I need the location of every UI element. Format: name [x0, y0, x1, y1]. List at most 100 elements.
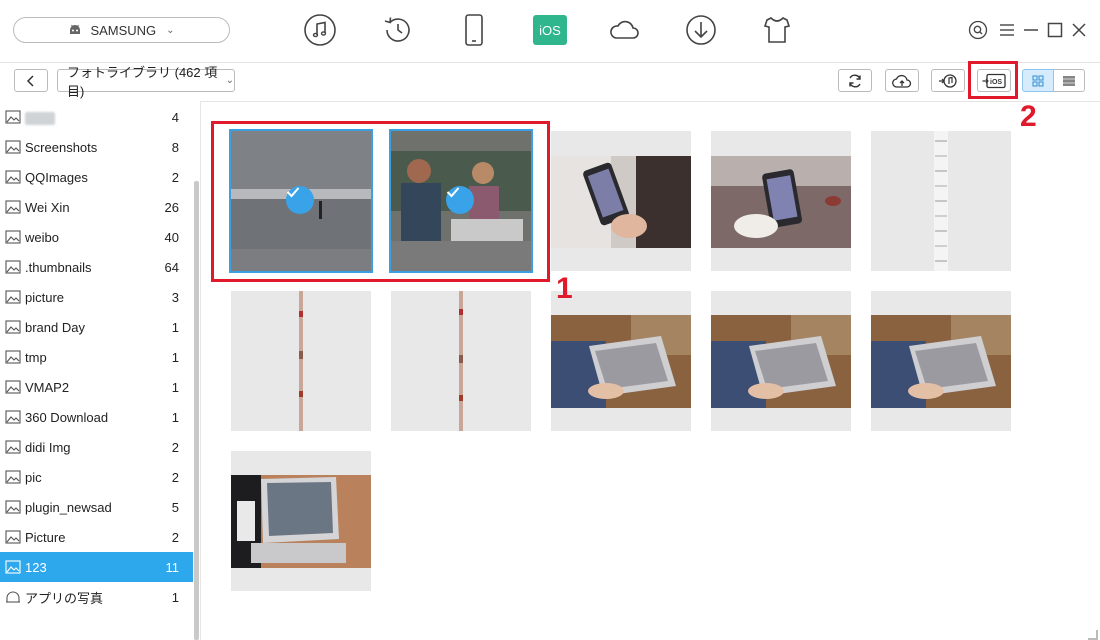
grid-view-button[interactable]: [1022, 69, 1054, 92]
sidebar-item[interactable]: VMAP2 1: [0, 372, 193, 402]
sidebar-item[interactable]: Picture 2: [0, 522, 193, 552]
android-icon: [68, 24, 82, 36]
sidebar-item-count: 4: [171, 109, 179, 125]
list-icon: [1063, 75, 1075, 86]
album-icon: [5, 200, 21, 214]
sidebar-item[interactable]: アプリの写真 1: [0, 582, 193, 612]
album-icon: [5, 320, 21, 334]
photo-thumbnail[interactable]: [871, 291, 1011, 431]
sidebar-item-label: tmp: [25, 349, 47, 365]
top-bar: SAMSUNG ⌄ iOS: [0, 0, 1100, 63]
search-icon[interactable]: [968, 20, 988, 40]
album-sidebar: 4 Screenshots 8 QQImages 2 Wei Xin 26 weibo 40 .t…: [0, 101, 201, 640]
photo-thumbnail[interactable]: [551, 291, 691, 431]
album-icon: [5, 470, 21, 484]
svg-text:iOS: iOS: [990, 79, 1002, 86]
sidebar-item[interactable]: pic 2: [0, 462, 193, 492]
sidebar-item-count: 5: [171, 499, 179, 515]
maximize-icon[interactable]: [1045, 20, 1065, 40]
check-icon[interactable]: [446, 186, 474, 214]
sidebar-item[interactable]: didi Img 2: [0, 432, 193, 462]
photo-image: [231, 475, 371, 568]
music-icon[interactable]: [303, 13, 337, 47]
library-selector[interactable]: フォトライブラリ (462 項目) ⌄: [57, 65, 235, 99]
album-icon: [5, 110, 21, 124]
sidebar-item-label: pic: [25, 469, 42, 485]
to-itunes-button[interactable]: [931, 69, 965, 92]
sidebar-item[interactable]: Screenshots 8: [0, 132, 193, 162]
tshirt-icon[interactable]: [760, 13, 794, 47]
sidebar-item[interactable]: 123 11: [0, 552, 193, 582]
album-icon: [5, 170, 21, 184]
phone-icon[interactable]: [457, 13, 491, 47]
photo-image: [871, 131, 1011, 271]
sidebar-item-label: Screenshots: [25, 139, 98, 155]
sidebar-item[interactable]: tmp 1: [0, 342, 193, 372]
photo-thumbnail[interactable]: [391, 291, 531, 431]
sidebar-item-count: 64: [164, 259, 179, 275]
album-icon: [5, 290, 21, 304]
list-view-button[interactable]: [1053, 69, 1085, 92]
to-ios-icon: iOS: [982, 73, 1006, 88]
sidebar-item-label: Picture: [25, 529, 66, 545]
history-icon[interactable]: [381, 13, 415, 47]
sidebar-item[interactable]: brand Day 1: [0, 312, 193, 342]
download-icon[interactable]: [684, 13, 718, 47]
minimize-icon[interactable]: [1021, 20, 1041, 40]
chevron-down-icon: ⌄: [225, 75, 234, 86]
sidebar-item-count: 2: [171, 169, 179, 185]
sidebar-item-label: weibo: [25, 229, 59, 245]
photo-thumbnail[interactable]: [871, 131, 1011, 271]
sidebar-item-count: 3: [171, 289, 179, 305]
photo-thumbnail[interactable]: [231, 451, 371, 591]
photo-thumbnail[interactable]: [551, 131, 691, 271]
photo-thumbnail[interactable]: [231, 291, 371, 431]
photo-thumbnail[interactable]: [389, 129, 533, 273]
toolbar: フォトライブラリ (462 項目) ⌄ iOS: [0, 63, 1100, 102]
upload-to-cloud-button[interactable]: [885, 69, 919, 92]
sidebar-item[interactable]: 4: [0, 102, 193, 132]
sidebar-item-label: 123: [25, 559, 47, 575]
sidebar-item-label: didi Img: [25, 439, 71, 455]
sidebar-scrollbar[interactable]: [194, 181, 199, 640]
redacted-label: [25, 111, 55, 125]
sidebar-item[interactable]: 360 Download 1: [0, 402, 193, 432]
cloud-icon[interactable]: [607, 13, 641, 47]
sidebar-item-count: 1: [171, 409, 179, 425]
sidebar-item-count: 1: [171, 589, 179, 605]
sidebar-item[interactable]: plugin_newsad 5: [0, 492, 193, 522]
sidebar-item-label: VMAP2: [25, 379, 70, 395]
sidebar-item[interactable]: picture 3: [0, 282, 193, 312]
sidebar-item-count: 2: [171, 529, 179, 545]
sidebar-item-label: plugin_newsad: [25, 499, 112, 515]
sidebar-item-count: 1: [171, 379, 179, 395]
check-icon[interactable]: [286, 186, 314, 214]
close-icon[interactable]: [1069, 20, 1089, 40]
sidebar-item[interactable]: Wei Xin 26: [0, 192, 193, 222]
sidebar-item-label: Wei Xin: [25, 199, 70, 215]
photo-thumbnail[interactable]: [711, 131, 851, 271]
sidebar-item-label: アプリの写真: [25, 590, 104, 606]
resize-grip-icon[interactable]: [1088, 630, 1098, 640]
photo-thumbnail[interactable]: [711, 291, 851, 431]
sidebar-item-count: 2: [171, 469, 179, 485]
sidebar-item[interactable]: QQImages 2: [0, 162, 193, 192]
sidebar-item-label: 360 Download: [25, 409, 109, 425]
to-ios-button[interactable]: iOS: [977, 69, 1011, 92]
device-selector[interactable]: SAMSUNG ⌄: [13, 17, 230, 43]
chevron-left-icon: [26, 74, 34, 87]
photo-image: [391, 291, 531, 431]
photo-thumbnail[interactable]: [229, 129, 373, 273]
album-icon: [5, 500, 21, 514]
album-icon: [5, 410, 21, 424]
menu-icon[interactable]: [997, 20, 1017, 40]
grid-icon: [1032, 75, 1044, 86]
back-button[interactable]: [14, 69, 48, 92]
sidebar-item-label: [25, 109, 149, 125]
ios-icon[interactable]: iOS: [533, 15, 567, 45]
sidebar-item[interactable]: .thumbnails 64: [0, 252, 193, 282]
sidebar-item[interactable]: weibo 40: [0, 222, 193, 252]
refresh-button[interactable]: [838, 69, 872, 92]
photo-grid: [201, 101, 1100, 640]
album-icon: [5, 440, 21, 454]
